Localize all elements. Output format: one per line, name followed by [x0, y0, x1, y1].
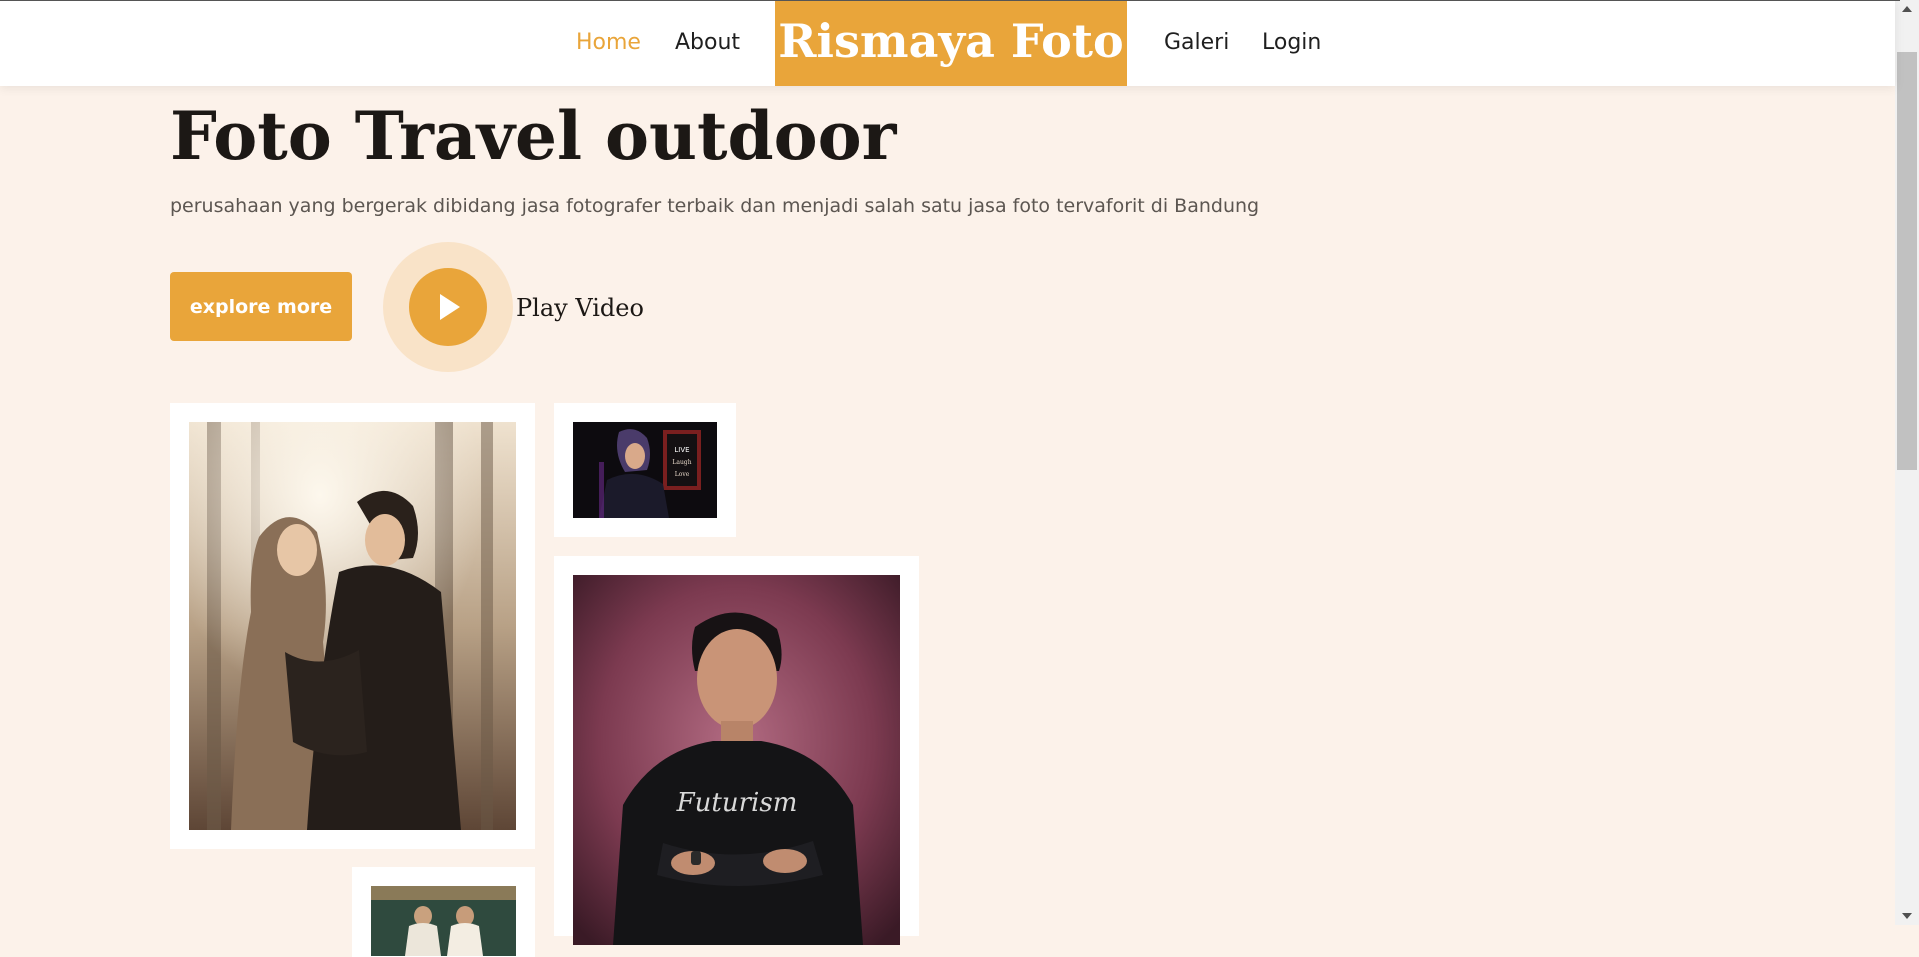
wedding-photo-image: [371, 886, 516, 956]
navbar: Home About Rismaya Foto Galeri Login: [0, 0, 1895, 86]
play-button-circle: [409, 268, 487, 346]
svg-text:Love: Love: [675, 471, 690, 478]
hero-title: Foto Travel outdoor: [170, 97, 897, 175]
couple-photo[interactable]: [189, 422, 516, 830]
play-video-button[interactable]: [383, 242, 513, 372]
wedding-photo[interactable]: [371, 886, 516, 956]
explore-more-button[interactable]: explore more: [170, 272, 352, 341]
svg-text:LIVE: LIVE: [674, 446, 689, 454]
scroll-up-arrow-icon[interactable]: [1902, 6, 1912, 12]
nav-home-link[interactable]: Home: [576, 27, 641, 59]
couple-photo-frame: [170, 403, 535, 849]
nav-login-link[interactable]: Login: [1262, 27, 1321, 59]
nav-about-link[interactable]: About: [675, 27, 740, 59]
woman-photo-frame: LIVE Laugh Love: [554, 403, 736, 537]
play-icon: [440, 294, 460, 320]
couple-photo-image: [189, 422, 516, 830]
woman-hijab-photo[interactable]: LIVE Laugh Love: [573, 422, 717, 518]
svg-text:Laugh: Laugh: [672, 459, 691, 466]
wedding-photo-frame: [352, 867, 535, 957]
brand-logo[interactable]: Rismaya Foto: [775, 0, 1127, 86]
woman-hijab-image: LIVE Laugh Love: [573, 422, 717, 518]
window-top-border: [0, 0, 1900, 1]
man-portrait-frame: Futurism: [554, 556, 919, 945]
nav-galeri-link[interactable]: Galeri: [1164, 27, 1229, 59]
scroll-down-arrow-icon[interactable]: [1902, 913, 1912, 919]
svg-text:Futurism: Futurism: [676, 788, 798, 818]
man-portrait-image: Futurism: [573, 575, 900, 945]
play-video-label[interactable]: Play Video: [516, 292, 644, 324]
hero-subtitle: perusahaan yang bergerak dibidang jasa f…: [170, 195, 1260, 217]
man-portrait-photo[interactable]: Futurism: [573, 575, 900, 945]
scrollbar-thumb[interactable]: [1897, 52, 1917, 470]
